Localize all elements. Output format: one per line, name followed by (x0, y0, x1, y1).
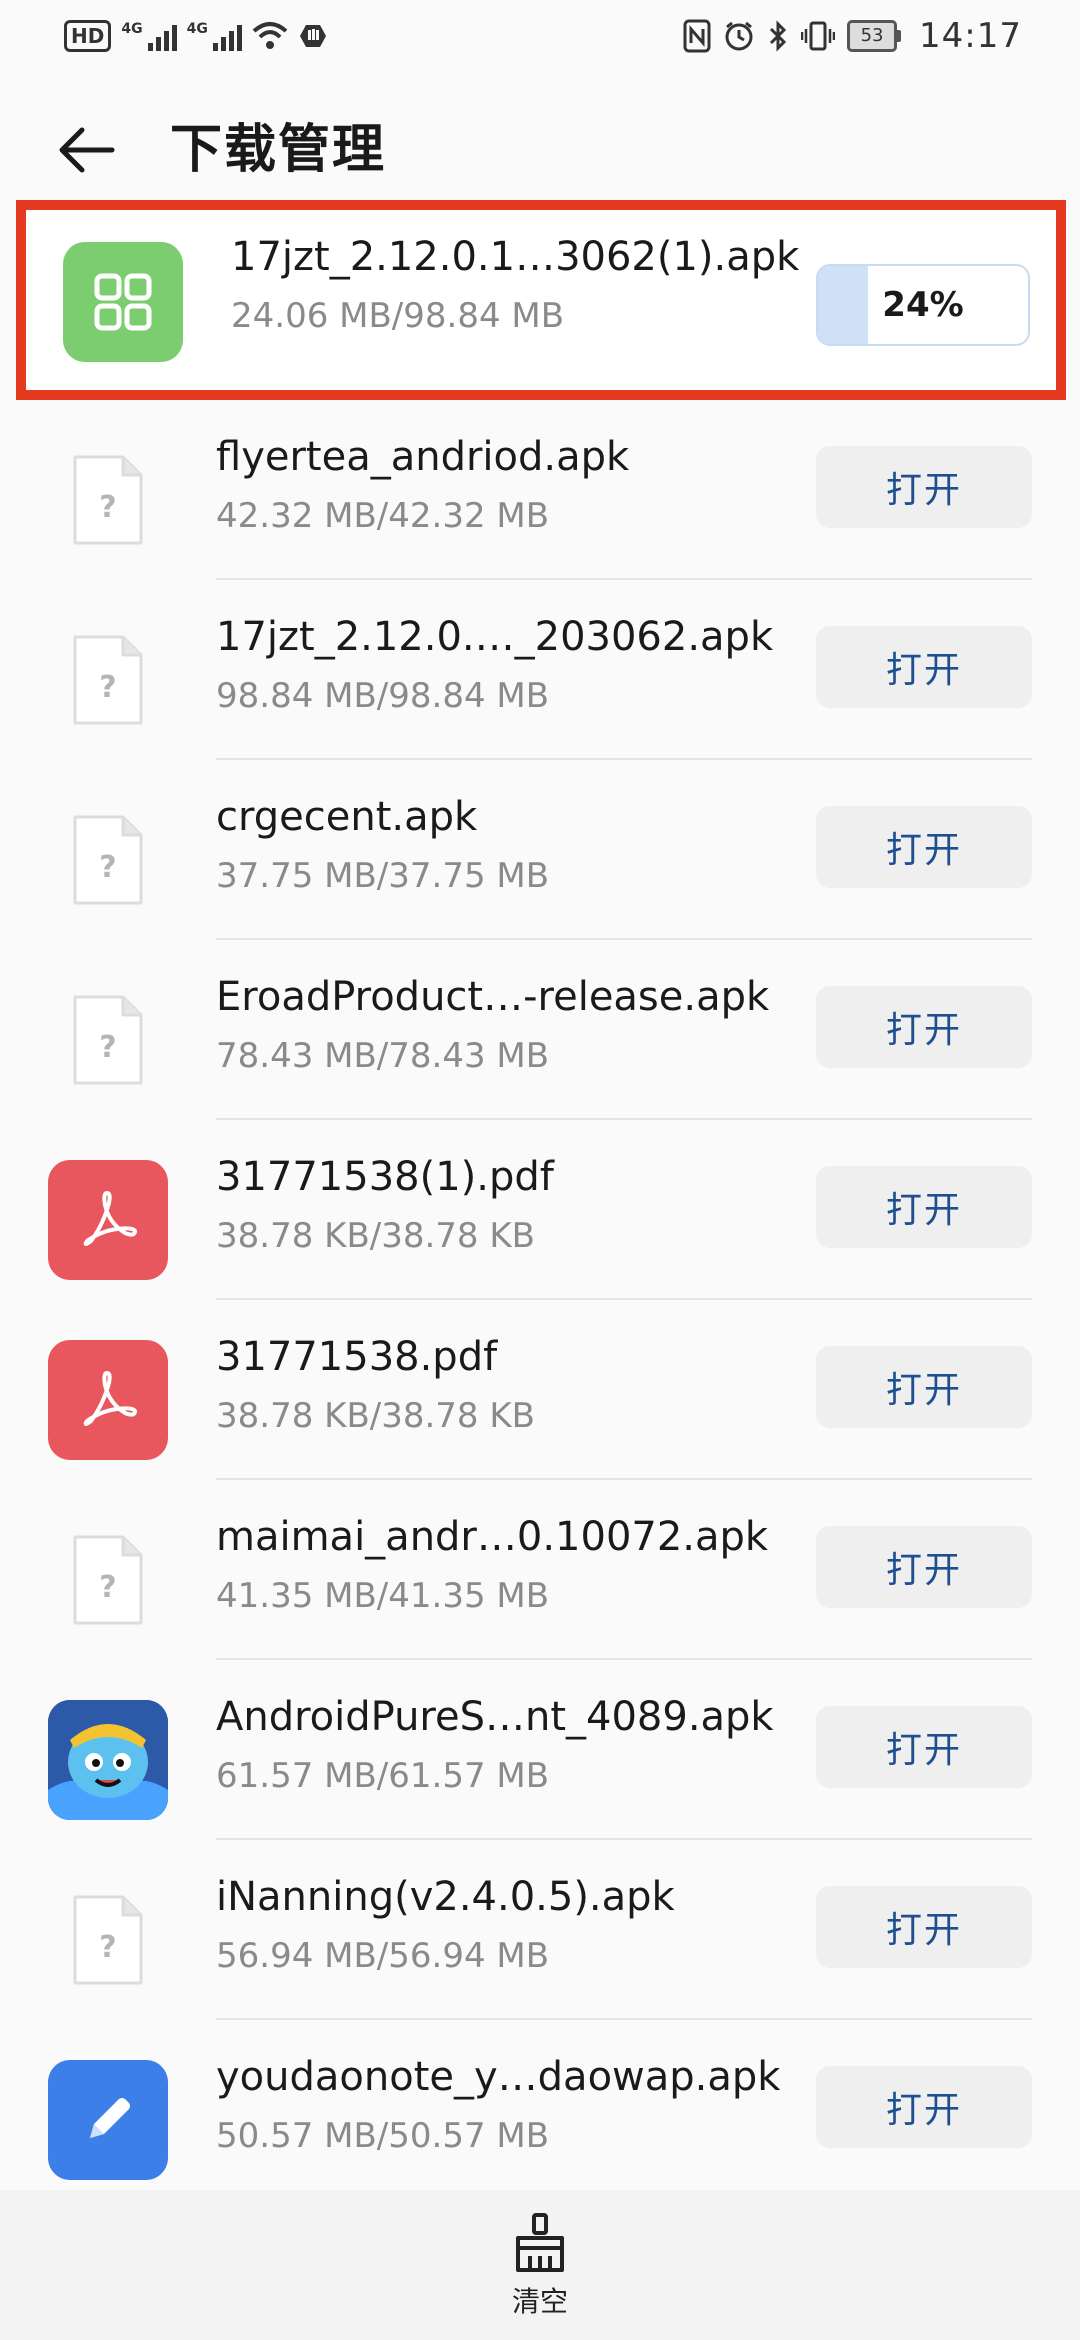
file-name: youdaonote_y…daowap.apk (216, 2054, 781, 2100)
file-name: 31771538(1).pdf (216, 1154, 554, 1200)
file-size: 98.84 MB/98.84 MB (216, 676, 550, 716)
open-button[interactable]: 打开 (816, 806, 1032, 888)
pdf-icon (48, 1160, 168, 1280)
download-row[interactable]: ? iNanning(v2.4.0.5).apk 56.94 MB/56.94 MB… (0, 1840, 1080, 2020)
active-download-row[interactable]: 17jzt_2.12.0.1…3062(1).apk 24.06 MB/98.8… (16, 200, 1066, 400)
file-size: 50.57 MB/50.57 MB (216, 2116, 550, 2156)
pdf-icon (48, 1340, 168, 1460)
download-row[interactable]: 31771538.pdf 38.78 KB/38.78 KB 打开 (0, 1300, 1080, 1480)
open-button[interactable]: 打开 (816, 1526, 1032, 1608)
svg-text:?: ? (99, 1570, 116, 1605)
download-row[interactable]: ? EroadProduct…-release.apk 78.43 MB/78.43… (0, 940, 1080, 1120)
open-button[interactable]: 打开 (816, 1166, 1032, 1248)
back-button[interactable] (48, 112, 124, 188)
download-list: 17jzt_2.12.0.1…3062(1).apk 24.06 MB/98.8… (0, 200, 1080, 2200)
file-name: crgecent.apk (216, 794, 478, 840)
unknown-file-icon: ? (48, 1520, 168, 1640)
file-name: 17jzt_2.12.0.1…3062(1).apk (231, 234, 800, 280)
file-name: iNanning(v2.4.0.5).apk (216, 1874, 675, 1920)
page-title: 下载管理 (170, 120, 387, 180)
app-character-icon (48, 1700, 168, 1820)
app-grid-icon (63, 242, 183, 362)
file-size: 56.94 MB/56.94 MB (216, 1936, 550, 1976)
file-name: AndroidPureS…nt_4089.apk (216, 1694, 774, 1740)
download-row[interactable]: AndroidPureS…nt_4089.apk 61.57 MB/61.57 M… (0, 1660, 1080, 1840)
file-size: 41.35 MB/41.35 MB (216, 1576, 550, 1616)
battery-level: 53 (847, 20, 898, 52)
open-button[interactable]: 打开 (816, 1346, 1032, 1428)
download-progress-button[interactable]: 24% (816, 264, 1030, 346)
hd-indicator: HD (64, 20, 112, 52)
arrow-left-icon (59, 127, 115, 173)
battery-icon: 53 (847, 20, 902, 52)
wifi-icon (252, 21, 288, 51)
status-bar: HD 4G 4G 53 14:17 (0, 0, 1080, 72)
file-name: EroadProduct…-release.apk (216, 974, 770, 1020)
clock: 14:17 (919, 16, 1022, 56)
clear-button[interactable]: 清空 (480, 2212, 600, 2330)
file-size: 38.78 KB/38.78 KB (216, 1216, 535, 1256)
download-row[interactable]: ? crgecent.apk 37.75 MB/37.75 MB 打开 (0, 760, 1080, 940)
unknown-file-icon: ? (48, 800, 168, 920)
file-size: 61.57 MB/61.57 MB (216, 1756, 550, 1796)
file-size: 38.78 KB/38.78 KB (216, 1396, 535, 1436)
file-size: 24.06 MB/98.84 MB (231, 296, 565, 336)
bluetooth-icon (767, 20, 789, 52)
progress-label: 24% (882, 285, 964, 325)
file-size: 37.75 MB/37.75 MB (216, 856, 550, 896)
note-pen-icon (48, 2060, 168, 2180)
file-name: flyertea_andriod.apk (216, 434, 630, 480)
open-button[interactable]: 打开 (816, 626, 1032, 708)
svg-text:?: ? (99, 490, 116, 525)
signal-icon-2: 4G (187, 21, 242, 51)
network-type-label-2: 4G (186, 21, 208, 37)
file-name: maimai_andr…0.10072.apk (216, 1514, 769, 1560)
nfc-icon (683, 19, 711, 53)
svg-text:?: ? (99, 670, 116, 705)
svg-text:?: ? (99, 850, 116, 885)
file-size: 42.32 MB/42.32 MB (216, 496, 550, 536)
download-row[interactable]: youdaonote_y…daowap.apk 50.57 MB/50.57 MB… (0, 2020, 1080, 2200)
clear-label: 清空 (511, 2285, 568, 2318)
vibrate-icon (801, 20, 836, 52)
download-row[interactable]: ? maimai_andr…0.10072.apk 41.35 MB/41.35 M… (0, 1480, 1080, 1660)
file-size: 78.43 MB/78.43 MB (216, 1036, 550, 1076)
svg-text:?: ? (99, 1030, 116, 1065)
bottom-bar: 清空 (0, 2190, 1080, 2340)
broom-icon (516, 2213, 564, 2272)
download-row[interactable]: ? flyertea_andriod.apk 42.32 MB/42.32 MB 打开 (0, 400, 1080, 580)
network-type-label: 4G (121, 21, 143, 37)
open-button[interactable]: 打开 (816, 986, 1032, 1068)
unknown-file-icon: ? (48, 440, 168, 560)
open-button[interactable]: 打开 (816, 2066, 1032, 2148)
svg-text:?: ? (99, 1930, 116, 1965)
hand-icon (298, 21, 328, 51)
signal-icon: 4G (121, 21, 177, 51)
unknown-file-icon: ? (48, 620, 168, 740)
file-name: 17jzt_2.12.0.…_203062.apk (216, 614, 774, 660)
open-button[interactable]: 打开 (816, 1886, 1032, 1968)
download-row[interactable]: 31771538(1).pdf 38.78 KB/38.78 KB 打开 (0, 1120, 1080, 1300)
file-name: 31771538.pdf (216, 1334, 498, 1380)
open-button[interactable]: 打开 (816, 446, 1032, 528)
unknown-file-icon: ? (48, 980, 168, 1100)
unknown-file-icon: ? (48, 1880, 168, 2000)
download-row[interactable]: ? 17jzt_2.12.0.…_203062.apk 98.84 MB/98.84… (0, 580, 1080, 760)
open-button[interactable]: 打开 (816, 1706, 1032, 1788)
alarm-icon (723, 20, 755, 52)
